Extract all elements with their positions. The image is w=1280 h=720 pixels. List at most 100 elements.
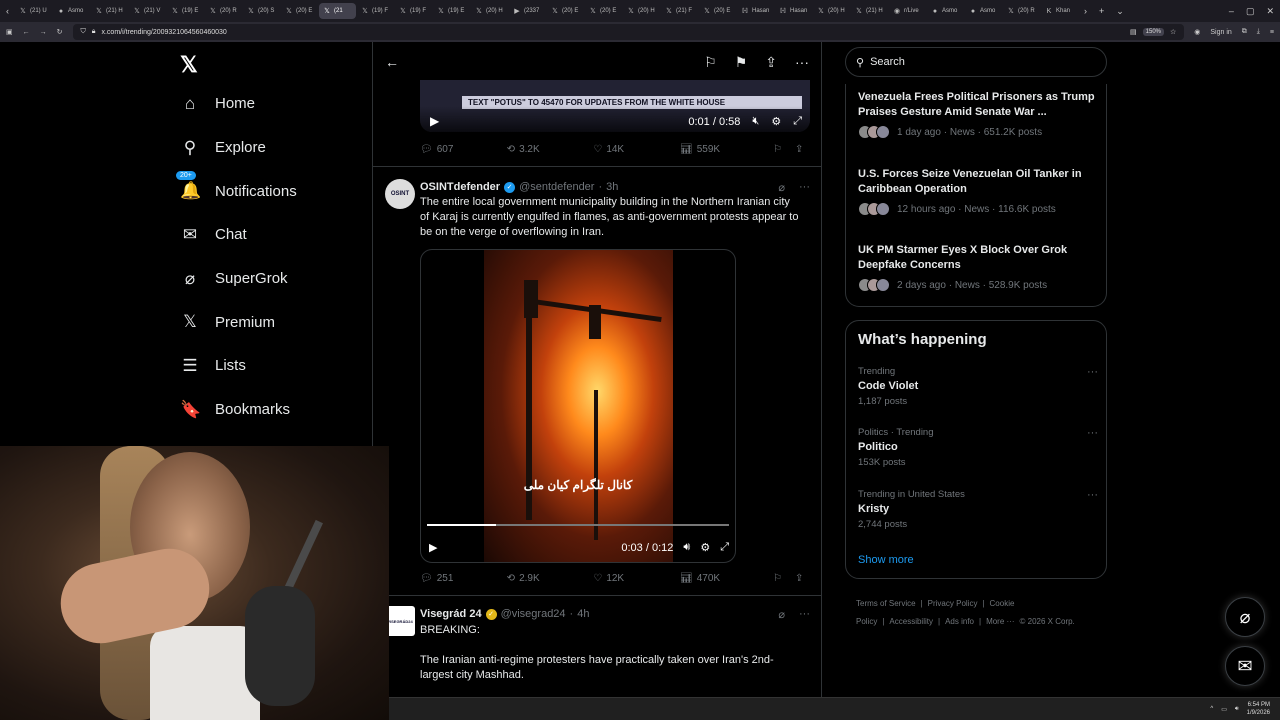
back-icon[interactable]: ← (23, 29, 30, 36)
post[interactable]: OSINT OSINTdefender ✓ @sentdefender · 3h… (385, 179, 813, 599)
forward-icon[interactable]: → (40, 29, 47, 36)
author-handle[interactable]: @visegrad24 (501, 608, 566, 620)
share-icon[interactable]: ⇪ (788, 573, 810, 584)
mute-icon[interactable]: 🔇︎ (752, 115, 759, 128)
browser-tab[interactable]: 𝕏 (20) S (243, 3, 280, 19)
nav-item-explore[interactable]: ⚲ Explore (172, 126, 372, 170)
play-icon[interactable]: ▶ (429, 541, 437, 554)
video-player[interactable]: TEXT "POTUS" TO 45470 FOR UPDATES FROM T… (420, 80, 810, 132)
browser-tab[interactable]: 𝕏 (21) F (661, 3, 698, 19)
new-tab-icon[interactable]: + (1093, 6, 1110, 16)
nav-item-bookmarks[interactable]: 🔖 Bookmarks (172, 388, 372, 432)
zoom-level[interactable]: 150% (1142, 28, 1164, 36)
tab-scroll-left-icon[interactable]: ‹ (0, 6, 15, 16)
nav-item-premium[interactable]: 𝕏 Premium (172, 300, 372, 344)
reload-icon[interactable]: ↻ (57, 28, 63, 36)
volume-icon[interactable]: 🔊︎ (1235, 706, 1239, 713)
bookmark-icon[interactable]: ⚐ (767, 144, 789, 155)
like-button[interactable]: ♡ 12K (593, 573, 680, 584)
browser-tab[interactable]: 𝕏 (20) H (813, 3, 850, 19)
repost-button[interactable]: ⟲ 3.2K (507, 144, 594, 155)
reader-view-icon[interactable]: ▤ (1130, 28, 1137, 36)
account-icon[interactable]: ◉ (1194, 28, 1200, 36)
share-icon[interactable]: ⇪ (788, 144, 810, 155)
browser-tab[interactable]: 𝕏 (20) R (1003, 3, 1040, 19)
settings-icon[interactable]: ⚙ (700, 541, 710, 554)
extensions-icon[interactable]: ⧉ (1242, 28, 1247, 36)
reply-button[interactable]: 💬︎ 607 (420, 144, 507, 155)
play-icon[interactable]: ▶ (430, 114, 439, 128)
author-handle[interactable]: @sentdefender (519, 181, 594, 193)
downloads-icon[interactable]: ⤓ (1257, 28, 1260, 36)
footer-link[interactable]: Accessibility (889, 617, 933, 626)
trend-item[interactable]: Politics · Trending Politico 153K posts ··· (858, 427, 1098, 468)
post[interactable]: VISEGRÁD24 Visegrád 24 ✓ @visegrad24 · 4… (385, 606, 813, 696)
signin-label[interactable]: Sign in (1210, 29, 1231, 36)
browser-tab[interactable]: 𝕏 (19) F (357, 3, 394, 19)
mute-icon[interactable]: 🔊︎ (683, 541, 690, 554)
settings-icon[interactable]: ⚙ (771, 115, 781, 128)
more-icon[interactable]: ··· (1087, 489, 1098, 501)
avatar[interactable]: VISEGRÁD24 (385, 606, 415, 636)
address-bar[interactable]: ⛉ 🔒︎ x.com/i/trending/200932106456046003… (72, 24, 1185, 40)
repost-button[interactable]: ⟲ 2.9K (507, 573, 594, 584)
browser-tab[interactable]: 𝕏 (20) H (623, 3, 660, 19)
browser-tab[interactable]: ℍ Hasan (737, 3, 774, 19)
views-button[interactable]: 📊︎ 470K (680, 573, 767, 584)
more-icon[interactable]: ··· (799, 608, 810, 620)
sidebar-toggle-icon[interactable]: ▣ (6, 28, 13, 36)
footer-link[interactable]: More ··· (986, 617, 1014, 626)
browser-tab[interactable]: 𝕏 (20) H (471, 3, 508, 19)
maximize-icon[interactable]: ▢ (1240, 6, 1261, 17)
shield-icon[interactable]: ⛉ (81, 28, 86, 36)
browser-tab[interactable]: 𝕏 (21) H (91, 3, 128, 19)
video-scrubber[interactable] (427, 524, 729, 526)
nav-item-home[interactable]: ⌂ Home (172, 82, 372, 126)
bookmark-icon[interactable]: ⚐ (704, 54, 717, 71)
nav-item-chat[interactable]: ✉ Chat (172, 213, 372, 257)
browser-tab[interactable]: 𝕏 (21 (319, 3, 356, 19)
trend-item[interactable]: Trending Code Violet 1,187 posts ··· (858, 366, 1098, 407)
close-window-icon[interactable]: ✕ (1260, 6, 1280, 17)
post-time[interactable]: 3h (606, 181, 618, 193)
browser-tab[interactable]: ◉ r/Live (889, 3, 926, 19)
show-more-link[interactable]: Show more (858, 554, 914, 566)
lock-icon[interactable]: 🔒︎ (92, 28, 96, 36)
browser-tab[interactable]: 𝕏 (20) E (281, 3, 318, 19)
more-icon[interactable]: ··· (799, 181, 810, 193)
post-time[interactable]: 4h (577, 608, 589, 620)
grok-icon[interactable]: ⌀ (778, 181, 785, 194)
browser-tab[interactable]: 𝕏 (20) E (699, 3, 736, 19)
browser-tab[interactable]: 𝕏 (20) E (547, 3, 584, 19)
browser-tab[interactable]: 𝕏 (21) U (15, 3, 52, 19)
browser-tab[interactable]: ℍ Hasan (775, 3, 812, 19)
fullscreen-icon[interactable]: ⤢ (720, 541, 729, 554)
back-arrow-icon[interactable]: ← (385, 54, 399, 70)
browser-tab[interactable]: 𝕏 (21) V (129, 3, 166, 19)
bookmark-icon[interactable]: ⚐ (767, 573, 789, 584)
news-item[interactable]: U.S. Forces Seize Venezuelan Oil Tanker … (858, 167, 1098, 216)
bookmark-star-icon[interactable]: ☆ (1170, 28, 1176, 36)
browser-tab[interactable]: 𝕏 (19) E (433, 3, 470, 19)
views-button[interactable]: 📊︎ 559K (680, 144, 767, 155)
like-button[interactable]: ♡ 14K (593, 144, 680, 155)
network-icon[interactable]: ▭ (1221, 706, 1227, 713)
more-icon[interactable]: ··· (1087, 366, 1098, 378)
browser-tab[interactable]: 𝕏 (21) H (851, 3, 888, 19)
trend-item[interactable]: Trending in United States Kristy 2,744 pos… (858, 489, 1098, 530)
browser-tab[interactable]: 𝕏 (19) F (395, 3, 432, 19)
nav-item-notifications[interactable]: 🔔 Notifications 20+ (172, 169, 372, 213)
author-name[interactable]: OSINTdefender (420, 181, 500, 193)
nav-item-lists[interactable]: ☰ Lists (172, 344, 372, 388)
browser-tab[interactable]: ● Asmo (965, 3, 1002, 19)
share-icon[interactable]: ⇪ (765, 54, 777, 71)
flag-icon[interactable]: ⚑ (735, 54, 748, 71)
footer-link[interactable]: Ads info (945, 617, 974, 626)
browser-tab[interactable]: 𝕏 (20) E (585, 3, 622, 19)
fullscreen-icon[interactable]: ⤢ (793, 115, 802, 128)
footer-link[interactable]: Privacy Policy (928, 599, 978, 608)
minimize-icon[interactable]: – (1223, 6, 1240, 16)
browser-tab[interactable]: ● Asmo (927, 3, 964, 19)
avatar[interactable]: OSINT (385, 179, 415, 209)
author-name[interactable]: Visegrád 24 (420, 608, 482, 620)
